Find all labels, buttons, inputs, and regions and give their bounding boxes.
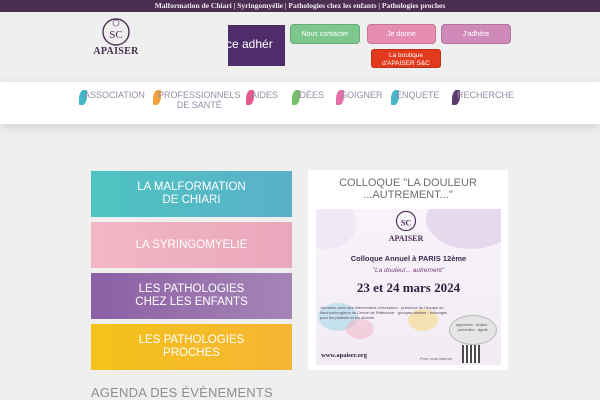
shop-label-line1: La boutique <box>389 52 423 59</box>
tile-pathologies-proches[interactable]: LES PATHOLOGIES PROCHES <box>91 324 292 370</box>
poster-logo-text: APAISER <box>388 234 424 243</box>
site-logo[interactable]: SC APAISER <box>88 17 144 61</box>
colloque-poster[interactable]: SC APAISER Colloque Annuel à PARIS 12ème… <box>316 209 501 365</box>
banner-text: ce adhér <box>228 37 273 51</box>
logo-emblem-icon: SC <box>395 210 417 232</box>
tile-label-line1: LES PATHOLOGIES <box>138 334 245 346</box>
contact-button[interactable]: Nous contacter <box>290 24 360 44</box>
poster-signup-text: Pour vous inscrire <box>420 356 453 361</box>
nav-item-enquete[interactable]: ENQUETE <box>391 90 440 105</box>
nav-item-recherche[interactable]: RECHERCHE <box>452 90 515 105</box>
tile-chiari[interactable]: LA MALFORMATION DE CHIARI <box>91 171 292 217</box>
nav-label: ENQUETE <box>396 90 440 100</box>
membership-banner[interactable]: ce adhér <box>228 25 285 66</box>
nav-label: SOIGNER <box>341 90 383 100</box>
nav-label-line2: DE SANTÉ <box>176 100 222 110</box>
nav-label: RECHERCHE <box>457 90 515 100</box>
svg-text:SC: SC <box>401 218 411 227</box>
decor-blob <box>426 209 501 249</box>
poster-word-cloud: Journées avec des intervenants d'excepti… <box>320 305 448 320</box>
top-links-bar[interactable]: Malformation de Chiari | Syringomyélie |… <box>0 0 600 12</box>
logo-emblem-icon: SC <box>102 18 130 46</box>
join-button[interactable]: J'adhère <box>441 24 511 44</box>
tile-label-line2: CHEZ LES ENFANTS <box>135 296 248 308</box>
poster-website: www.apaiser.org <box>321 352 367 359</box>
nav-item-aides[interactable]: AIDES <box>246 90 279 105</box>
poster-subtitle: "La douleur... autrement" <box>372 267 445 274</box>
decor-blob <box>316 209 356 249</box>
nav-label-line1: PROFESSIONNELS <box>158 90 241 100</box>
logo-text: APAISER <box>93 46 139 57</box>
nav-label: IDÉES <box>297 90 325 100</box>
poster-headline: Colloque Annuel à PARIS 12ème <box>350 254 467 263</box>
colloque-title[interactable]: COLLOQUE "LA DOULEUR ...AUTREMENT..." <box>308 177 508 201</box>
shop-button[interactable]: La boutique d'APAISER S&C <box>371 49 441 68</box>
nav-item-idees[interactable]: IDÉES <box>292 90 325 105</box>
main-nav: ASSOCIATION PROFESSIONNELS DE SANTÉ AIDE… <box>0 82 600 124</box>
donate-button[interactable]: Je donne <box>367 24 436 44</box>
poster-dates: 23 et 24 mars 2024 <box>356 280 461 295</box>
tile-label-line1: LES PATHOLOGIES <box>138 283 245 295</box>
nav-item-association[interactable]: ASSOCIATION <box>79 90 145 105</box>
nav-label: AIDES <box>251 90 279 100</box>
poster-logo: SC APAISER <box>381 210 431 243</box>
tile-label-line2: PROCHES <box>163 347 220 359</box>
agenda-heading: AGENDA DES ÉVÈNEMENTS <box>91 385 273 400</box>
tile-pathologies-enfants[interactable]: LES PATHOLOGIES CHEZ LES ENFANTS <box>91 273 292 319</box>
tile-syringomyelie[interactable]: LA SYRINGOMYELIE <box>91 222 292 268</box>
shop-label-line2: d'APAISER S&C <box>382 60 430 67</box>
tile-label-line2: DE CHIARI <box>162 194 221 206</box>
poster-word-disc: approches · douleur · prévention · digni… <box>449 315 497 345</box>
nav-label: ASSOCIATION <box>84 90 145 100</box>
colloque-card[interactable]: COLLOQUE "LA DOULEUR ...AUTREMENT..." SC… <box>308 170 508 370</box>
colloque-title-line1: COLLOQUE "LA DOULEUR <box>339 177 477 189</box>
nav-item-professionnels[interactable]: PROFESSIONNELS DE SANTÉ <box>153 90 241 110</box>
nav-item-soigner[interactable]: SOIGNER <box>336 90 383 105</box>
tile-label: LA SYRINGOMYELIE <box>135 238 248 251</box>
qr-code-icon <box>462 345 480 363</box>
colloque-title-line2: ...AUTREMENT..." <box>363 189 453 201</box>
tile-label-line1: LA MALFORMATION <box>137 181 246 193</box>
svg-text:SC: SC <box>109 29 122 41</box>
